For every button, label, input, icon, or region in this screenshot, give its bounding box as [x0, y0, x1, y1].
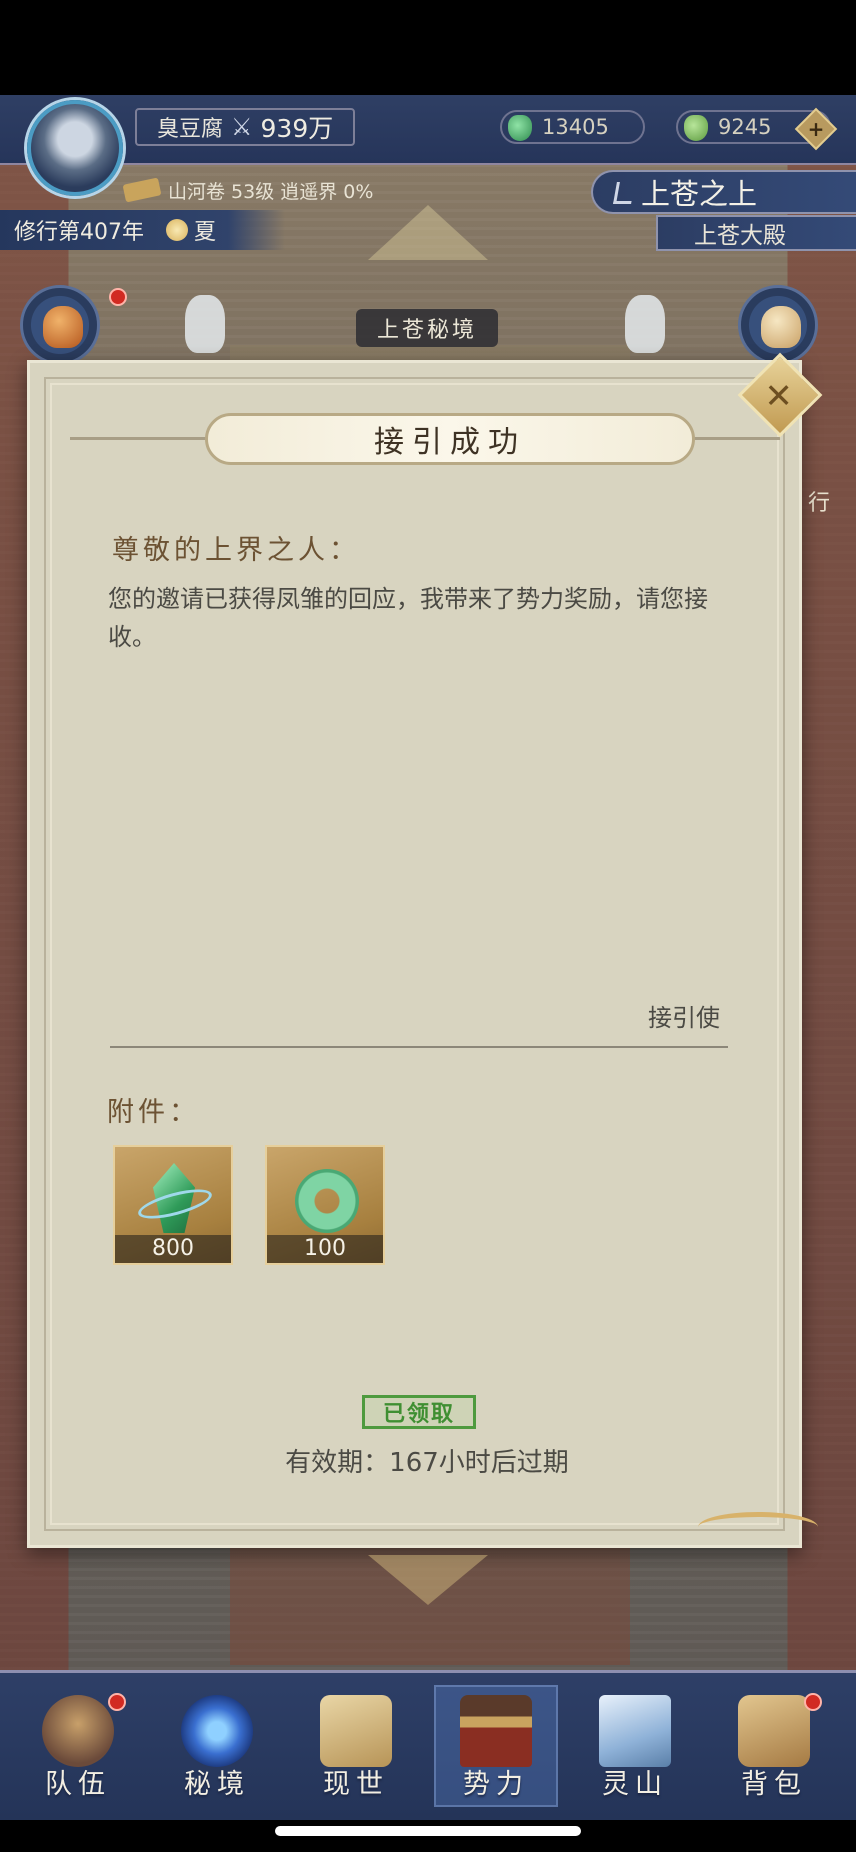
- close-icon: ✕: [764, 376, 793, 417]
- location-plate[interactable]: 上苍之上: [591, 170, 856, 214]
- spirit-currency[interactable]: 9245 +: [676, 107, 838, 151]
- power-value: 939万: [260, 114, 334, 143]
- scroll-up-chevron-icon[interactable]: [368, 205, 488, 260]
- jade-amount: 13405: [542, 115, 609, 139]
- nav-label: 势力: [463, 1769, 529, 1800]
- sun-icon: [166, 219, 188, 241]
- sub-location-plate[interactable]: 上苍大殿: [656, 215, 856, 251]
- nav-secret-realm[interactable]: 秘境: [155, 1685, 279, 1807]
- power-icon: ⚔: [231, 113, 253, 141]
- side-label: 行: [808, 491, 831, 516]
- lantern-icon: [761, 306, 801, 348]
- spirit-amount: 9245: [718, 115, 772, 139]
- home-indicator[interactable]: [275, 1826, 581, 1836]
- bottom-nav: 队伍 秘境 现世 势力 灵山 背包: [0, 1670, 856, 1820]
- nav-label: 队伍: [45, 1769, 111, 1800]
- notification-dot: [109, 288, 127, 306]
- realm-progress-text: 山河卷 53级 逍遥界 0%: [168, 180, 374, 203]
- side-event-button[interactable]: [20, 285, 127, 365]
- realm-title-badge: 上苍秘境: [356, 309, 498, 347]
- sub-location-name: 上苍大殿: [694, 223, 786, 249]
- season-indicator: 夏: [166, 214, 216, 246]
- vortex-icon: [181, 1695, 253, 1767]
- nav-label: 背包: [741, 1769, 807, 1800]
- location-name: 上苍之上: [641, 177, 758, 211]
- realm-progress[interactable]: 山河卷 53级 逍遥界 0%: [122, 175, 374, 205]
- mountain-icon: [599, 1695, 671, 1767]
- nav-label: 灵山: [602, 1769, 668, 1800]
- location-pin-icon: [613, 182, 635, 204]
- attachments-label: 附件：: [107, 1097, 200, 1128]
- cloud-ornament: [698, 1512, 818, 1542]
- scroll-icon: [122, 177, 162, 203]
- season-label: 夏: [194, 220, 217, 245]
- dialog-title: 接引成功: [205, 413, 695, 465]
- status-bar: [0, 0, 856, 95]
- nav-label: 现世: [323, 1769, 389, 1800]
- jade-pendant-icon: [295, 1169, 359, 1233]
- nav-backpack[interactable]: 背包: [712, 1685, 836, 1807]
- jade-currency[interactable]: 13405: [500, 110, 645, 144]
- claimed-stamp: 已领取: [362, 1395, 476, 1429]
- team-icon: [42, 1695, 114, 1767]
- mail-signature: 接引使: [648, 1004, 720, 1032]
- title-ornament-left: [70, 437, 210, 440]
- attachment-count: 800: [115, 1235, 231, 1263]
- cultivation-year: 修行第407年: [14, 220, 144, 245]
- notification-dot: [108, 1693, 126, 1711]
- nav-faction[interactable]: 势力: [434, 1685, 558, 1807]
- nav-spirit-mountain[interactable]: 灵山: [573, 1685, 697, 1807]
- mail-greeting: 尊敬的上界之人：: [112, 535, 360, 566]
- bag-icon: [738, 1695, 810, 1767]
- nav-label: 秘境: [184, 1769, 250, 1800]
- nav-world[interactable]: 现世: [294, 1685, 418, 1807]
- gourd-icon: [43, 306, 83, 348]
- player-name: 臭豆腐: [157, 117, 224, 142]
- attachment-item[interactable]: 800: [113, 1145, 233, 1265]
- player-name-plate: 臭豆腐 ⚔ 939万: [135, 108, 355, 146]
- divider: [110, 1046, 728, 1048]
- plus-icon: +: [807, 117, 825, 141]
- mail-body: 您的邀请已获得凤雏的回应，我带来了势力奖励，请您接收。: [108, 585, 708, 651]
- spirit-stone-icon: [684, 115, 708, 141]
- title-ornament-right: [690, 437, 780, 440]
- attachment-count: 100: [267, 1235, 383, 1263]
- attachment-item[interactable]: 100: [265, 1145, 385, 1265]
- notification-dot: [804, 1693, 822, 1711]
- cultivation-year-bar: 修行第407年 夏: [0, 210, 285, 250]
- scroll-down-chevron-icon[interactable]: [368, 1555, 488, 1605]
- scroll-map-icon: [320, 1695, 392, 1767]
- jade-gem-icon: [508, 115, 532, 141]
- vase-decoration: [185, 295, 225, 353]
- nav-team[interactable]: 队伍: [16, 1685, 140, 1807]
- expiry-text: 有效期：167小时后过期: [285, 1448, 569, 1478]
- player-avatar[interactable]: [27, 100, 123, 196]
- vase-decoration: [625, 295, 665, 353]
- palace-icon: [460, 1695, 532, 1767]
